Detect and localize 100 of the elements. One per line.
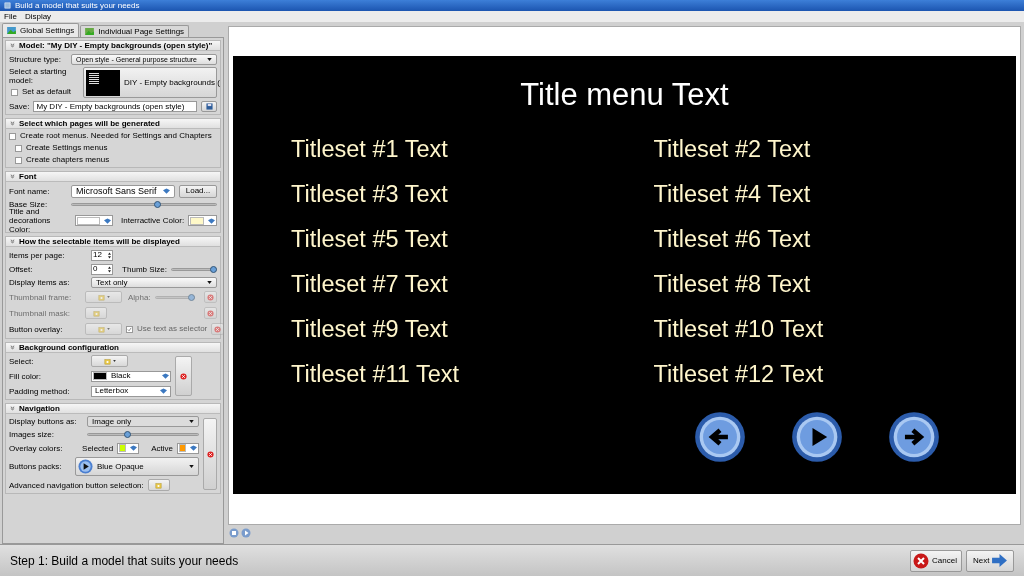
save-button[interactable] [201, 100, 217, 112]
close-icon [207, 293, 214, 301]
load-button[interactable]: Load... [179, 184, 217, 198]
play-icon [78, 459, 93, 474]
picker-icon [160, 388, 167, 394]
picker-icon[interactable] [190, 445, 197, 451]
image-icon [97, 325, 105, 333]
collapse-icon[interactable] [10, 239, 15, 244]
dropdown[interactable]: Text only [91, 277, 217, 288]
number-field[interactable]: 0 [91, 263, 113, 275]
caret-icon [207, 57, 212, 61]
landscape-icon [85, 28, 95, 35]
collapse-icon[interactable] [10, 174, 15, 179]
right-arrow-icon [992, 554, 1007, 567]
landscape-icon [7, 27, 16, 34]
field-label: Select: [9, 356, 35, 366]
menu-item-text[interactable]: Titleset #1 Text [291, 134, 448, 164]
dropdown[interactable]: Letterbox [91, 385, 171, 397]
collapse-icon[interactable] [10, 121, 15, 126]
picker-icon[interactable] [104, 217, 111, 224]
menu-item[interactable]: File [4, 12, 17, 21]
color-picker[interactable]: Black [91, 370, 171, 382]
field-label: Save: [9, 101, 30, 111]
next-button[interactable]: Next [966, 549, 1014, 572]
save-name-field[interactable]: My DIY - Empty backgrounds (open style) [33, 100, 197, 112]
menu-item-text[interactable]: Titleset #7 Text [291, 269, 448, 299]
step-text: Step 1: Build a model that suits your needs [10, 552, 239, 570]
menu-item-text[interactable]: Titleset #5 Text [291, 224, 448, 254]
menu-item-text[interactable]: Titleset #9 Text [291, 314, 448, 344]
tab[interactable]: Global Settings [2, 23, 80, 37]
menu-item[interactable]: Display [24, 12, 52, 21]
app-icon [4, 2, 11, 9]
spinner-icon[interactable] [108, 251, 111, 259]
menu-item-text[interactable]: Titleset #3 Text [291, 179, 448, 209]
close-icon [913, 552, 929, 569]
window-title: Build a model that suits your needs [15, 1, 140, 10]
image-select-button[interactable] [91, 355, 128, 367]
menu-item-text[interactable]: Titleset #12 Text [653, 359, 824, 389]
picker-icon[interactable] [208, 217, 215, 224]
remove-button[interactable] [203, 418, 217, 490]
slider-thumb[interactable] [187, 293, 195, 301]
field-label: Alpha: [128, 292, 151, 302]
color-picker[interactable] [188, 215, 217, 226]
checkbox[interactable]: Create root menus. Needed for Settings and Chapters [9, 131, 217, 141]
slider[interactable] [154, 293, 195, 301]
color-picker[interactable] [177, 442, 199, 454]
number-field[interactable]: 12 [91, 249, 113, 261]
menu-title: Title menu Text [520, 76, 729, 114]
play-icon[interactable] [241, 528, 251, 538]
spinner-icon[interactable] [108, 265, 111, 273]
field-label: Thumbnail frame: [9, 292, 73, 302]
picker-icon[interactable] [130, 445, 138, 451]
caret-icon [189, 465, 194, 468]
dropdown[interactable]: Blue Opaque [75, 457, 199, 476]
close-icon [180, 372, 187, 380]
stop-icon[interactable] [229, 528, 239, 538]
collapse-icon[interactable] [10, 43, 15, 48]
checkbox[interactable]: Create chapters menus [15, 155, 217, 165]
slider-thumb[interactable] [154, 201, 162, 208]
checkbox[interactable]: Create Settings menus [15, 143, 217, 153]
slider[interactable] [171, 265, 217, 273]
field-label: Overlay colors: [9, 443, 64, 453]
image-icon [103, 357, 111, 365]
field-label: Structure type: [9, 54, 63, 64]
caret-icon [106, 328, 110, 330]
collapse-icon[interactable] [10, 406, 15, 411]
picker-icon[interactable] [162, 373, 169, 379]
field-label: Padding method: [9, 386, 71, 396]
image-select-button[interactable] [147, 479, 170, 491]
field-label: Base Size: [9, 200, 49, 209]
menu-item-text[interactable]: Titleset #11 Text [291, 359, 460, 389]
slider-thumb[interactable] [210, 265, 217, 273]
slider-thumb[interactable] [123, 431, 131, 438]
menu-item-text[interactable]: Titleset #10 Text [653, 314, 824, 344]
field-label: Title and decorations Color: [9, 207, 52, 234]
checkbox[interactable]: Use text as selector [126, 324, 208, 334]
caret-icon [189, 420, 194, 423]
remove-button[interactable] [175, 356, 192, 396]
field-label: Display items as: [9, 278, 71, 287]
menu-item-text[interactable]: Titleset #2 Text [653, 134, 811, 164]
dropdown[interactable]: Image only [87, 416, 199, 427]
menu-item-text[interactable]: Titleset #4 Text [653, 179, 811, 209]
color-picker[interactable] [117, 442, 140, 454]
menu-item-text[interactable]: Titleset #6 Text [653, 224, 811, 254]
slider[interactable] [71, 201, 217, 208]
section-title: Background configuration [19, 343, 119, 352]
field-label: Display buttons as: [9, 417, 78, 426]
tab[interactable]: Individual Page Settings [80, 25, 190, 37]
menu-item-text[interactable]: Titleset #8 Text [653, 269, 811, 299]
picker-icon[interactable] [163, 188, 170, 194]
checkbox[interactable]: Set as default [9, 87, 79, 97]
cancel-button[interactable]: Cancel [910, 549, 962, 572]
color-picker[interactable] [75, 215, 113, 226]
model-thumbnail [86, 69, 120, 96]
play-button[interactable] [791, 411, 843, 463]
back-arrow-button[interactable] [694, 411, 746, 463]
font-name-field[interactable]: Microsoft Sans Serif [71, 184, 175, 198]
next-arrow-button[interactable] [888, 411, 940, 463]
collapse-icon[interactable] [10, 345, 15, 350]
section-title: Navigation [19, 404, 60, 413]
